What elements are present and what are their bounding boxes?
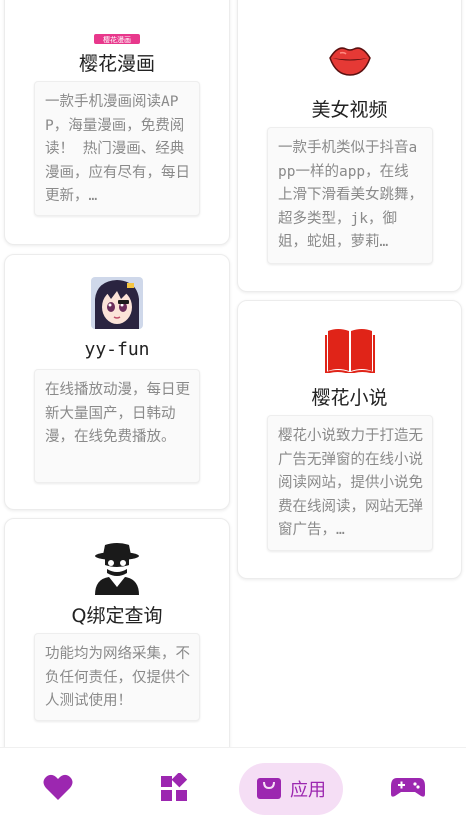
sakura-comic-logo: 樱花漫画	[94, 29, 140, 44]
app-card-sakura-novel[interactable]: 樱花小说 樱花小说致力于打造无广告无弹窗的在线小说阅读网站，提供小说免费在线阅读…	[237, 300, 462, 579]
app-description: 在线播放动漫，每日更新大量国产，日韩动漫，在线免费播放。	[34, 369, 200, 483]
app-card-sakura-comic[interactable]: 樱花漫画 樱花漫画 一款手机漫画阅读APP，海量漫画，免费阅读！ 热门漫画、经典…	[4, 0, 230, 245]
widgets-icon	[160, 771, 188, 805]
shopping-bag-icon	[256, 774, 282, 804]
spy-icon	[93, 541, 141, 595]
app-description: 功能均为网络采集，不负任何责任，仅提供个人测试使用！	[34, 633, 200, 721]
book-icon	[324, 325, 376, 375]
nav-favorites[interactable]	[30, 763, 86, 815]
nav-apps-label: 应用	[290, 780, 326, 801]
nav-apps[interactable]: 应用	[239, 763, 343, 815]
app-card-beauty-video[interactable]: 美女视频 一款手机类似于抖音app一样的app，在线上滑下滑看美女跳舞，超多类型…	[237, 0, 462, 292]
app-title: yy-fun	[84, 339, 150, 360]
lips-icon	[328, 43, 372, 77]
app-description: 一款手机类似于抖音app一样的app，在线上滑下滑看美女跳舞，超多类型，jk，御…	[267, 127, 433, 264]
svg-text:樱花漫画: 樱花漫画	[103, 35, 131, 44]
app-title: Q绑定查询	[71, 605, 163, 627]
app-description: 樱花小说致力于打造无广告无弹窗的在线小说阅读网站，提供小说免费在线阅读，网站无弹…	[267, 415, 433, 551]
gamepad-icon	[391, 776, 425, 802]
heart-icon	[43, 773, 73, 805]
nav-games[interactable]	[380, 763, 436, 815]
app-card-q-binding-query[interactable]: Q绑定查询 功能均为网络采集，不负任何责任，仅提供个人测试使用！	[4, 518, 230, 758]
bottom-navigation: 应用	[0, 747, 466, 830]
app-card-yy-fun[interactable]: yy-fun 在线播放动漫，每日更新大量国产，日韩动漫，在线免费播放。	[4, 254, 230, 510]
app-description: 一款手机漫画阅读APP，海量漫画，免费阅读！ 热门漫画、经典漫画，应有尽有，每日…	[34, 81, 200, 216]
nav-widgets[interactable]	[146, 763, 202, 815]
app-title: 美女视频	[311, 99, 388, 121]
anime-girl-avatar	[91, 277, 143, 329]
app-title: 樱花小说	[311, 387, 388, 409]
app-title: 樱花漫画	[78, 53, 155, 75]
